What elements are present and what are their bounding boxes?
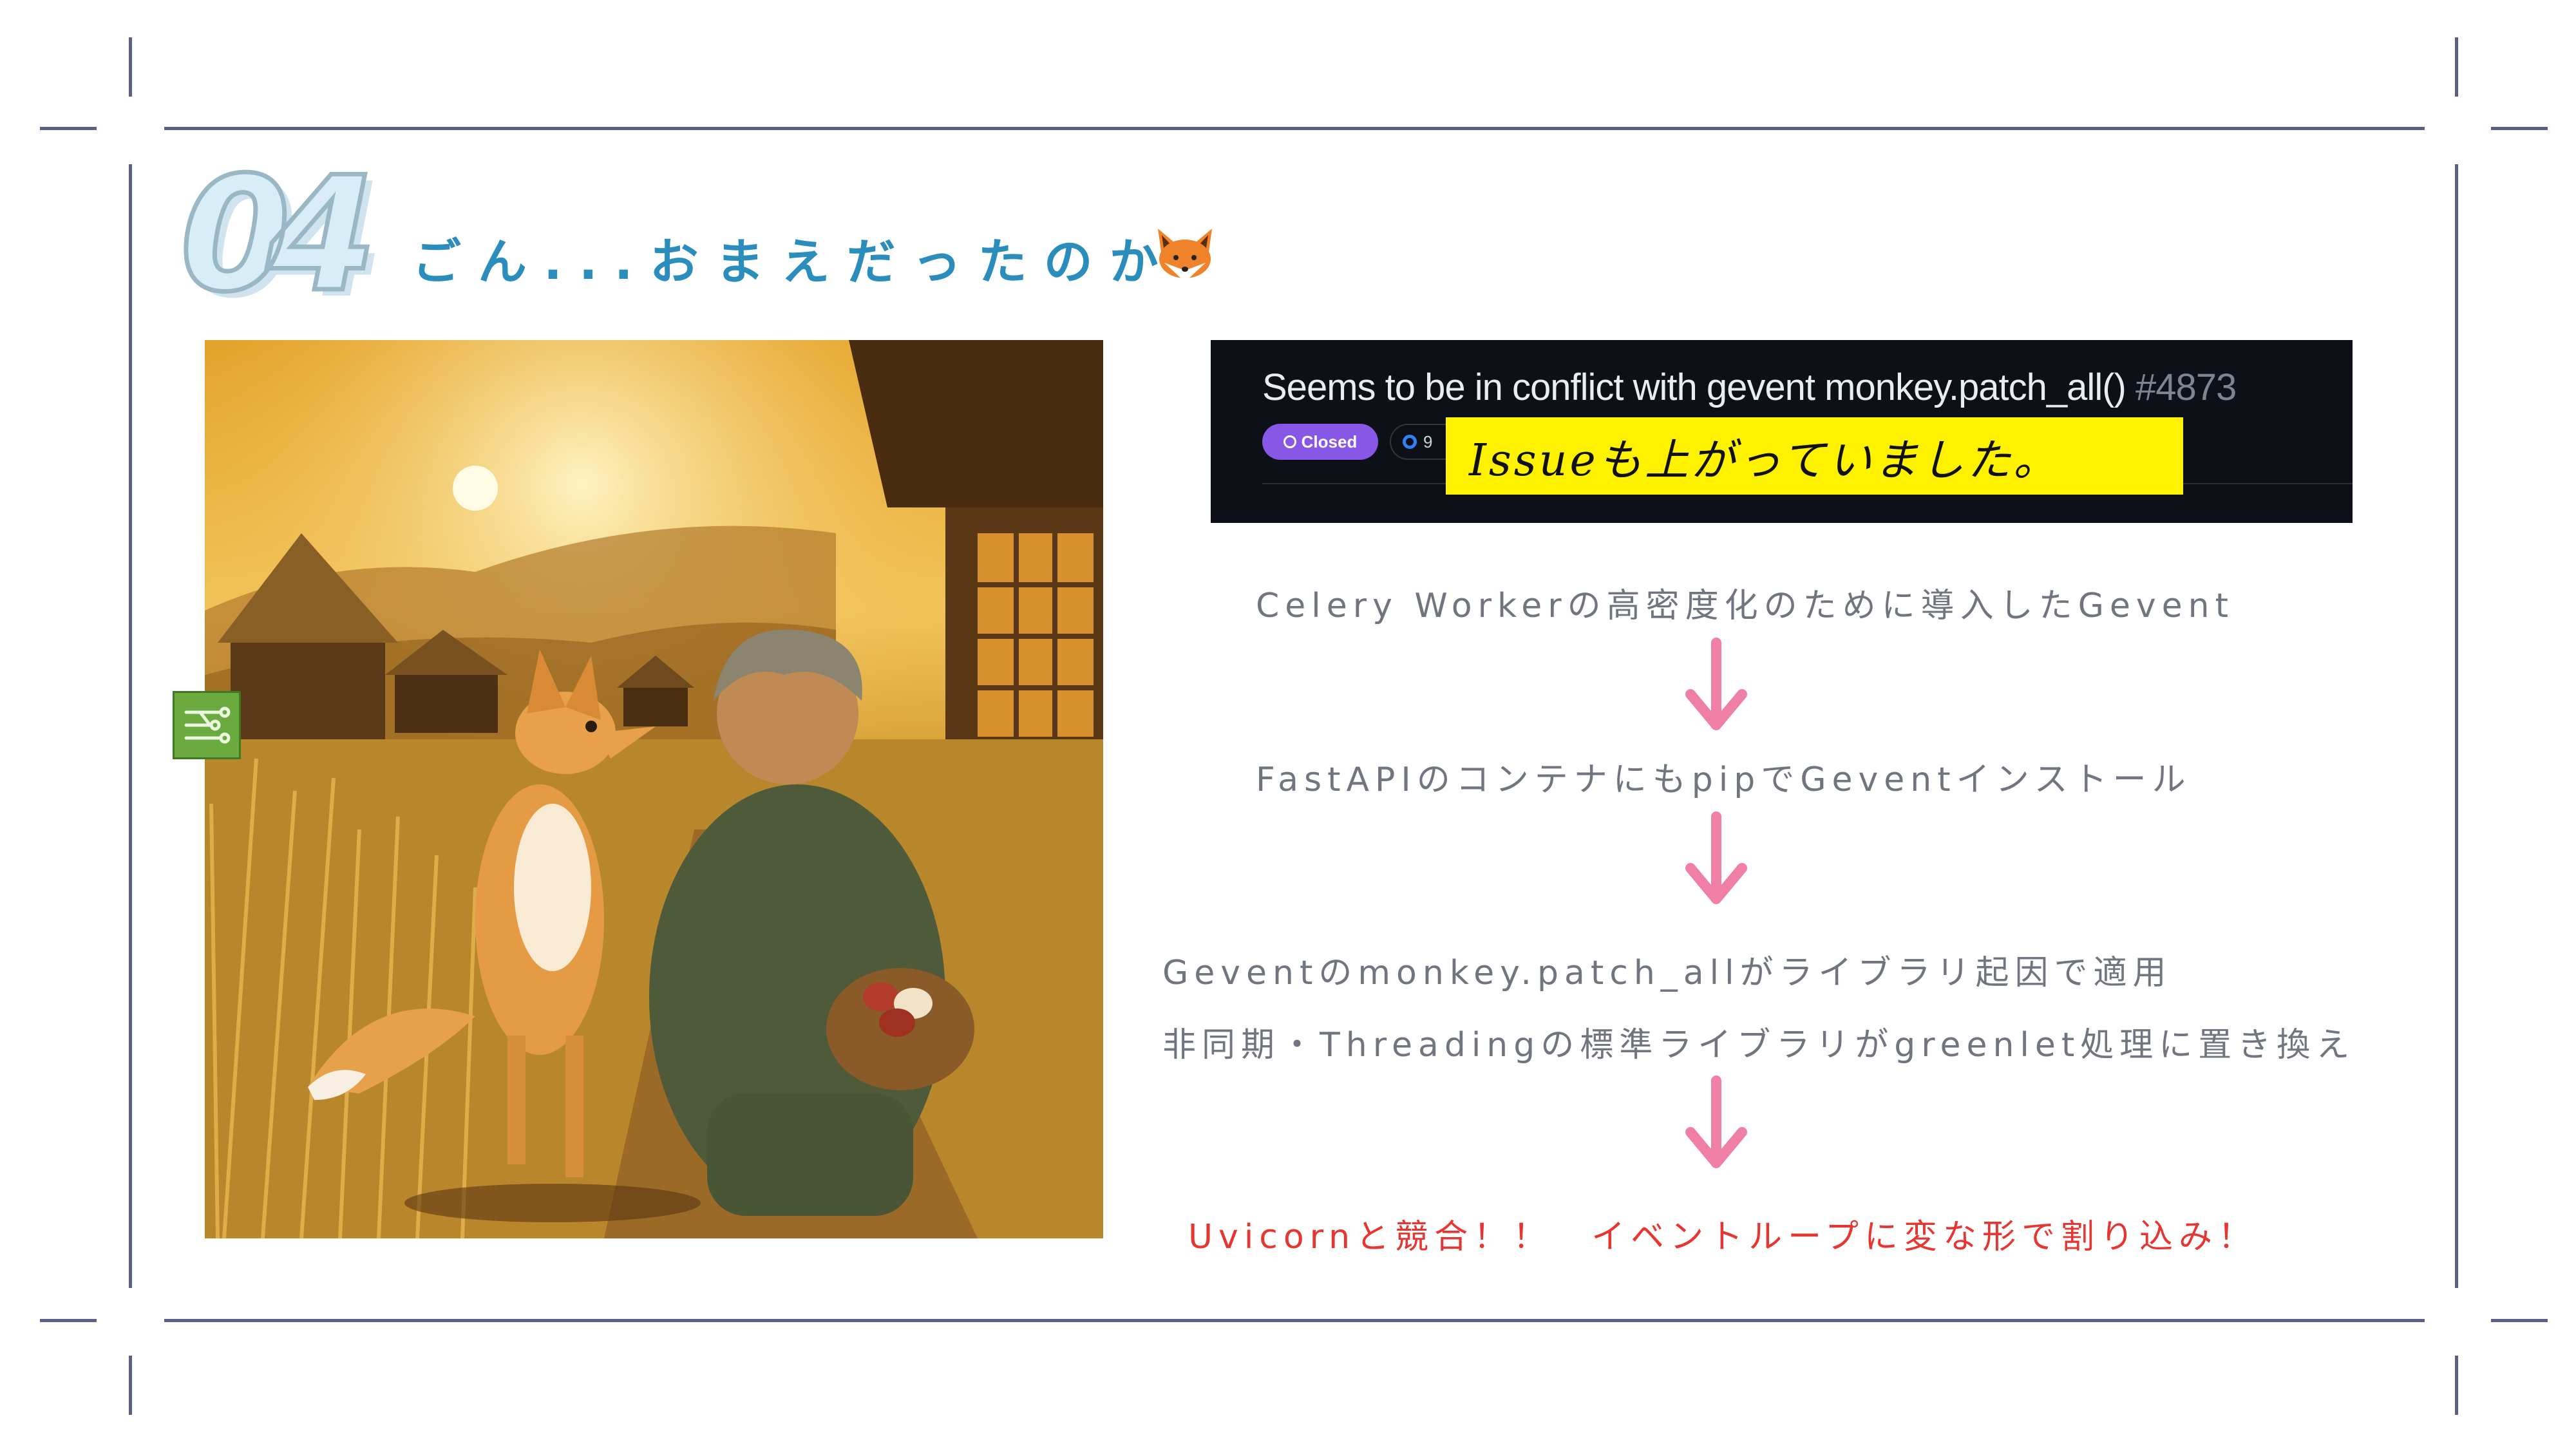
frame-top-line <box>164 127 2425 130</box>
down-arrow-icon <box>1685 638 1747 730</box>
flow-step-3a: Geventのmonkey.patch_allがライブラリ起因で適用 <box>1162 954 2172 992</box>
illustration-fox-and-villager <box>205 340 1103 1238</box>
frame-bottom-line <box>164 1319 2425 1322</box>
down-arrow-icon <box>1685 811 1747 904</box>
flow-step-1: Celery Workerの高密度化のために導入したGevent <box>1256 587 2235 625</box>
frame-left-line <box>129 164 132 1288</box>
crop-mark <box>2491 127 2548 130</box>
flow-step-2: FastAPIのコンテナにもpipでGeventインストール <box>1256 761 2192 799</box>
down-arrow-icon <box>1685 1075 1747 1168</box>
issue-number: #4873 <box>2135 366 2237 408</box>
check-circle-icon <box>1283 435 1296 448</box>
crop-mark <box>40 127 97 130</box>
frame-right-line <box>2455 164 2458 1288</box>
app-logo-badge <box>173 691 241 759</box>
issue-status-badge: Closed <box>1262 424 1378 460</box>
issue-highlight-note: Issueも上がっていました。 <box>1446 417 2183 495</box>
issue-status-label: Closed <box>1301 431 1358 451</box>
crop-mark <box>2491 1319 2548 1322</box>
crop-mark <box>2455 1356 2458 1415</box>
issue-title: Seems to be in conflict with gevent monk… <box>1262 366 2237 409</box>
issue-open-icon <box>1403 435 1417 449</box>
crop-mark <box>2455 37 2458 97</box>
crop-mark <box>40 1319 97 1322</box>
crop-mark <box>129 1356 132 1415</box>
crop-mark <box>129 37 132 97</box>
flow-result: Uvicornと競合！！ イベントループに変な形で割り込み！ <box>1188 1218 2257 1256</box>
slide-title: ごん...おまえだったのか <box>412 233 1175 290</box>
issue-title-text: Seems to be in conflict with gevent monk… <box>1262 366 2126 408</box>
slide-number: 04 <box>178 143 379 327</box>
issue-comments-count: 9 <box>1423 431 1433 451</box>
flow-step-3b: 非同期・Threadingの標準ライブラリがgreenlet処理に置き換え <box>1162 1026 2356 1065</box>
fox-face-icon <box>1158 229 1212 282</box>
